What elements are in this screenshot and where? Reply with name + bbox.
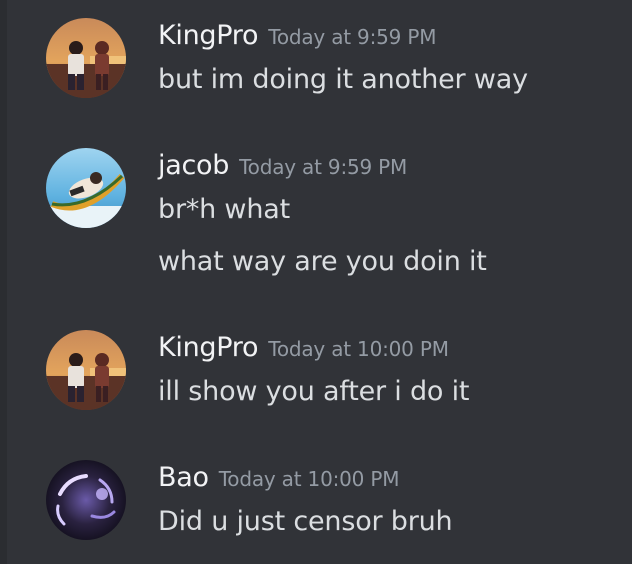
message-header: KingPro Today at 9:59 PM <box>158 20 436 51</box>
kingpro-avatar-icon[interactable] <box>46 18 126 98</box>
timestamp[interactable]: Today at 10:00 PM <box>268 337 449 361</box>
username[interactable]: KingPro <box>158 332 259 363</box>
username[interactable]: Bao <box>158 462 209 493</box>
timestamp[interactable]: Today at 10:00 PM <box>219 467 400 491</box>
username[interactable]: KingPro <box>158 20 259 51</box>
timestamp[interactable]: Today at 9:59 PM <box>268 25 436 49</box>
jacob-avatar-icon[interactable] <box>46 148 126 228</box>
message-text: ill show you after i do it <box>158 376 470 407</box>
message-header: jacob Today at 9:59 PM <box>158 150 407 181</box>
chat-message-list: KingPro Today at 9:59 PM but im doing it … <box>0 0 632 564</box>
message-header: Bao Today at 10:00 PM <box>158 462 399 493</box>
timestamp[interactable]: Today at 9:59 PM <box>239 155 407 179</box>
sidebar-edge <box>0 0 7 564</box>
kingpro-avatar-icon[interactable] <box>46 330 126 410</box>
message-text: Did u just censor bruh <box>158 506 453 537</box>
bao-avatar-icon[interactable] <box>46 460 126 540</box>
username[interactable]: jacob <box>158 150 229 181</box>
message-header: KingPro Today at 10:00 PM <box>158 332 449 363</box>
message-text: but im doing it another way <box>158 64 528 95</box>
message-text: what way are you doin it <box>158 246 487 277</box>
message-text: br*h what <box>158 194 290 225</box>
